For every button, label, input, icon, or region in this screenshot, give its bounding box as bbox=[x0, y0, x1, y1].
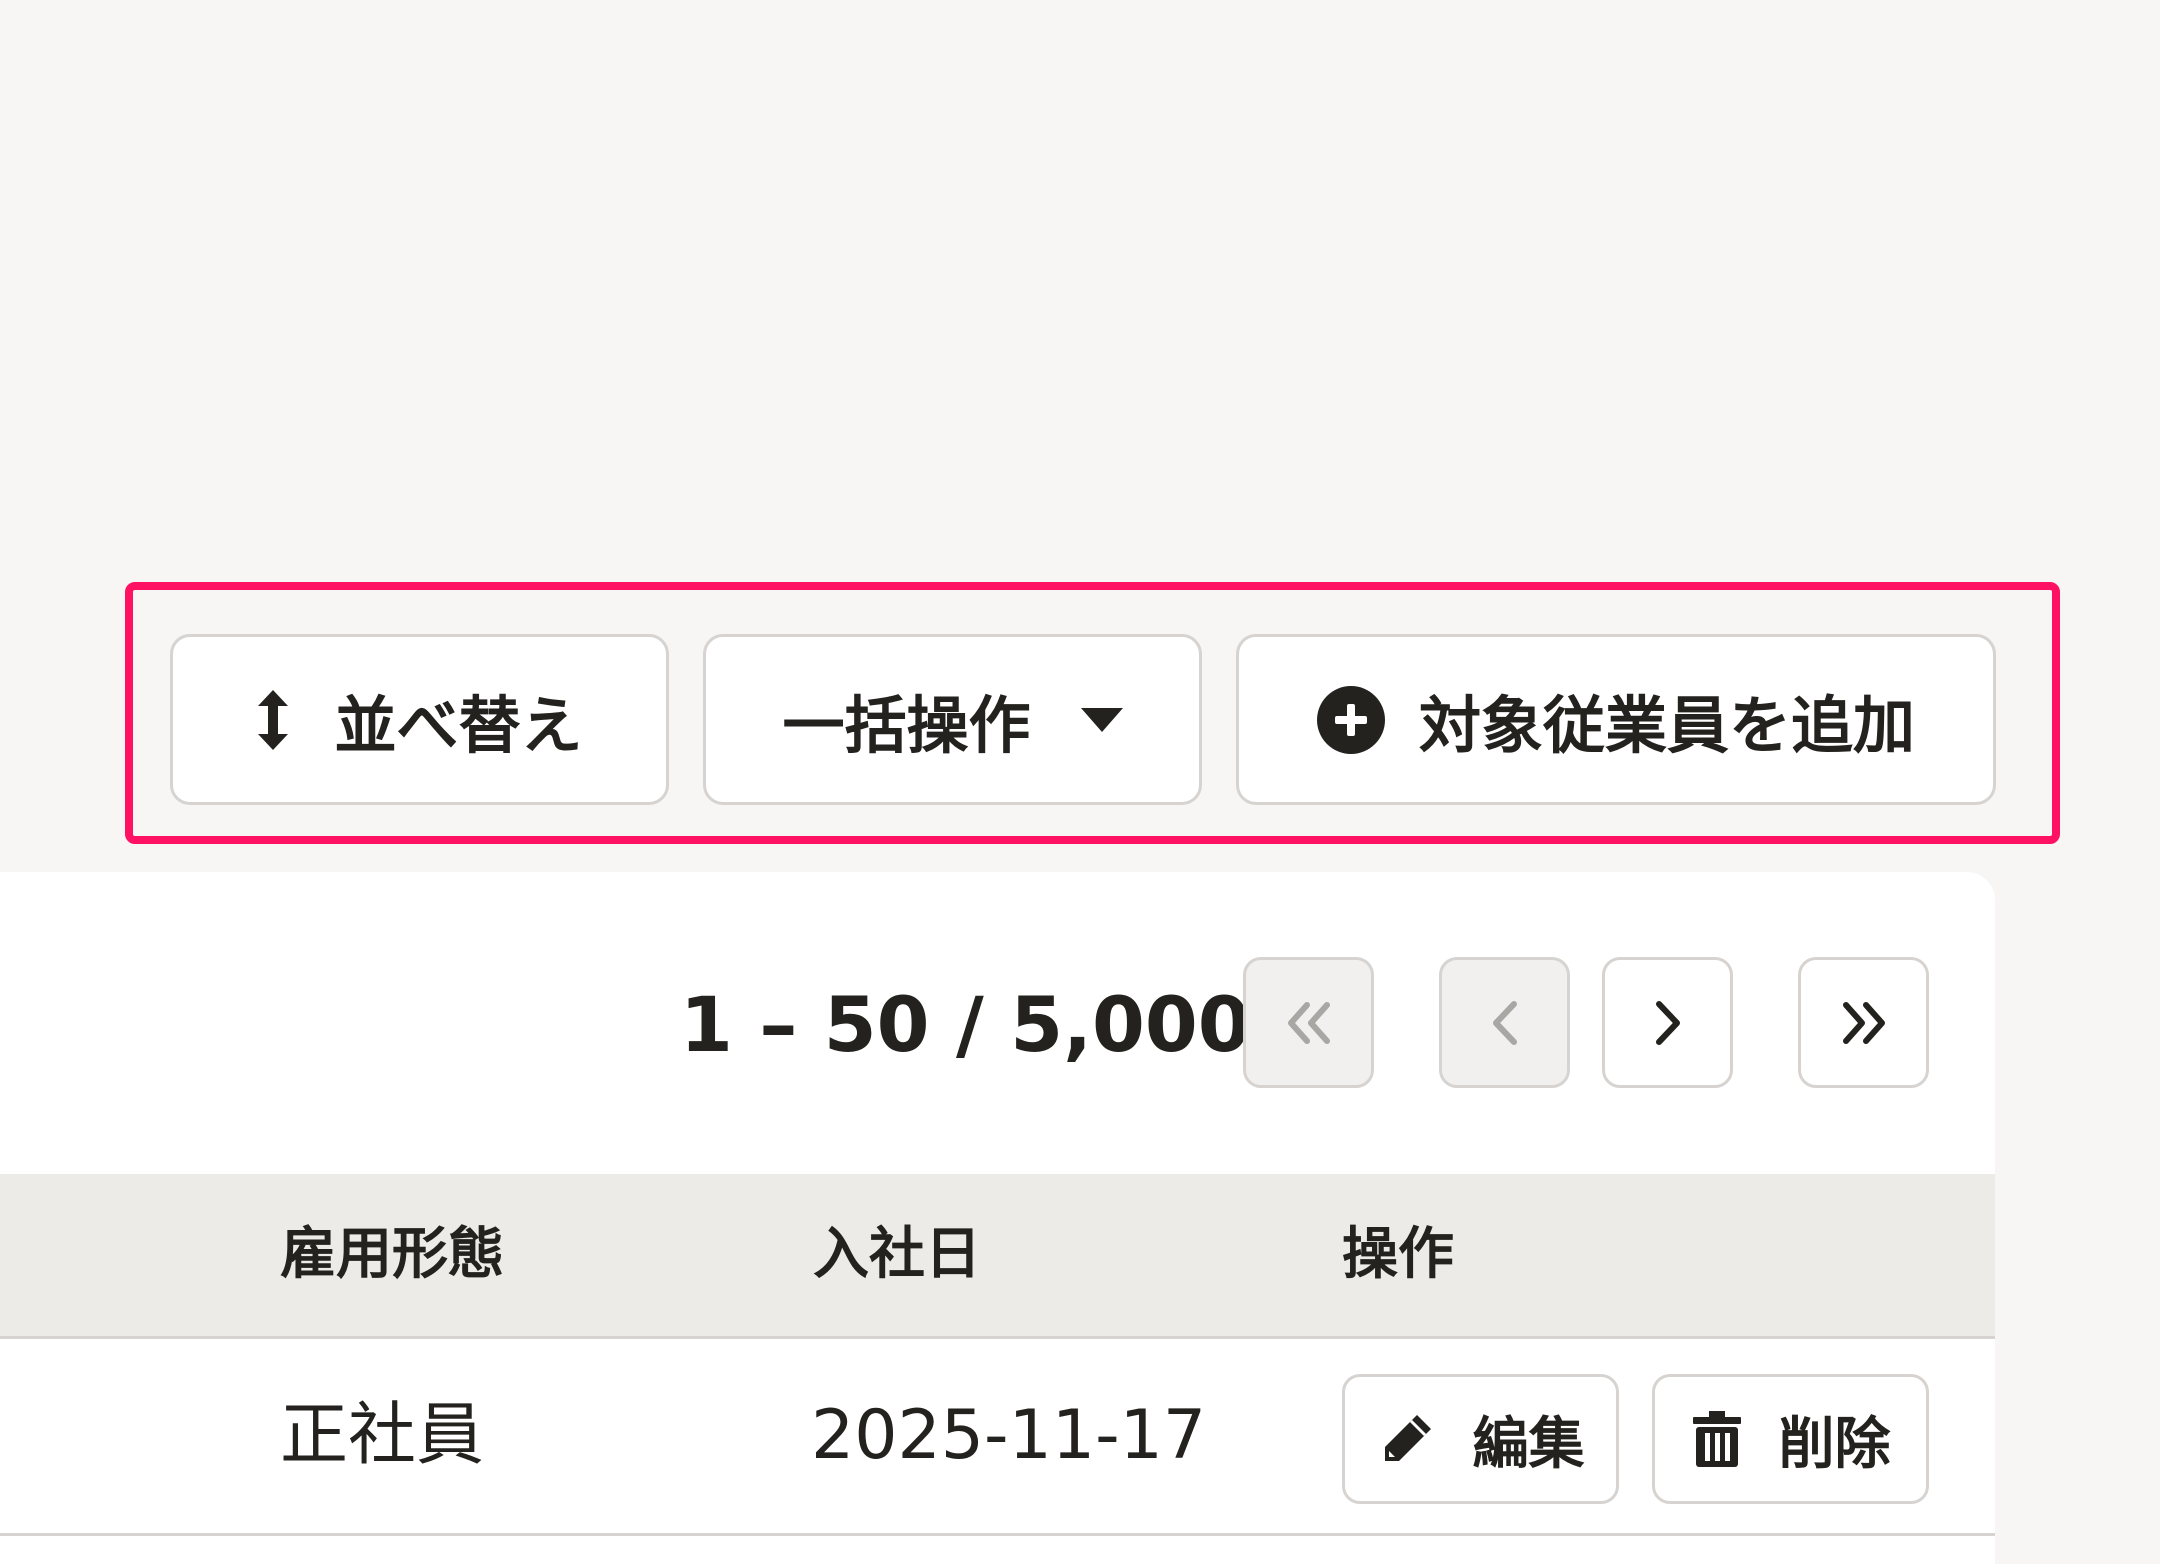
bulk-action-button[interactable]: 一括操作 bbox=[703, 634, 1202, 805]
sort-button[interactable]: 並べ替え bbox=[170, 634, 669, 805]
double-chevron-right-icon bbox=[1842, 1001, 1885, 1044]
add-target-employee-label: 対象従業員を追加 bbox=[1418, 691, 1915, 761]
pencil-icon bbox=[1377, 1409, 1437, 1469]
action-toolbar: 並べ替え 一括操作 対象従業員を追加 bbox=[170, 634, 1996, 805]
caret-down-icon bbox=[1080, 707, 1123, 732]
sort-button-label: 並べ替え bbox=[334, 691, 583, 761]
column-header-hire-date: 入社日 bbox=[813, 1222, 981, 1287]
add-target-employee-button[interactable]: 対象従業員を追加 bbox=[1236, 634, 1996, 805]
bulk-action-label: 一括操作 bbox=[782, 691, 1031, 761]
chevron-left-icon bbox=[1492, 1000, 1517, 1045]
chevron-right-icon bbox=[1655, 1000, 1680, 1045]
trash-icon bbox=[1691, 1409, 1743, 1469]
sort-arrows-icon bbox=[256, 688, 290, 752]
table-header: 雇用形態 入社日 操作 bbox=[0, 1174, 1995, 1339]
plus-circle-icon bbox=[1316, 685, 1385, 754]
last-page-button[interactable] bbox=[1798, 957, 1929, 1088]
cell-hire-date: 2025-11-17 bbox=[811, 1396, 1207, 1475]
table-row: 正社員 2025-11-17 編集 削除 bbox=[0, 1339, 1995, 1536]
previous-page-button[interactable] bbox=[1439, 957, 1570, 1088]
column-header-actions: 操作 bbox=[1342, 1222, 1454, 1287]
column-header-employment-type: 雇用形態 bbox=[280, 1222, 504, 1287]
double-chevron-left-icon bbox=[1287, 1001, 1330, 1044]
edit-button[interactable]: 編集 bbox=[1342, 1374, 1619, 1504]
next-page-button[interactable] bbox=[1602, 957, 1733, 1088]
delete-button[interactable]: 削除 bbox=[1652, 1374, 1929, 1504]
pagination-range: 1 – 50 / 5,000 bbox=[680, 980, 1251, 1069]
cell-employment-type: 正社員 bbox=[280, 1396, 485, 1475]
first-page-button[interactable] bbox=[1243, 957, 1374, 1088]
delete-button-label: 削除 bbox=[1778, 1411, 1891, 1475]
page: 並べ替え 一括操作 対象従業員を追加 1 – 50 / 5,000 雇用形態 入… bbox=[0, 0, 2160, 1564]
edit-button-label: 編集 bbox=[1472, 1411, 1585, 1475]
